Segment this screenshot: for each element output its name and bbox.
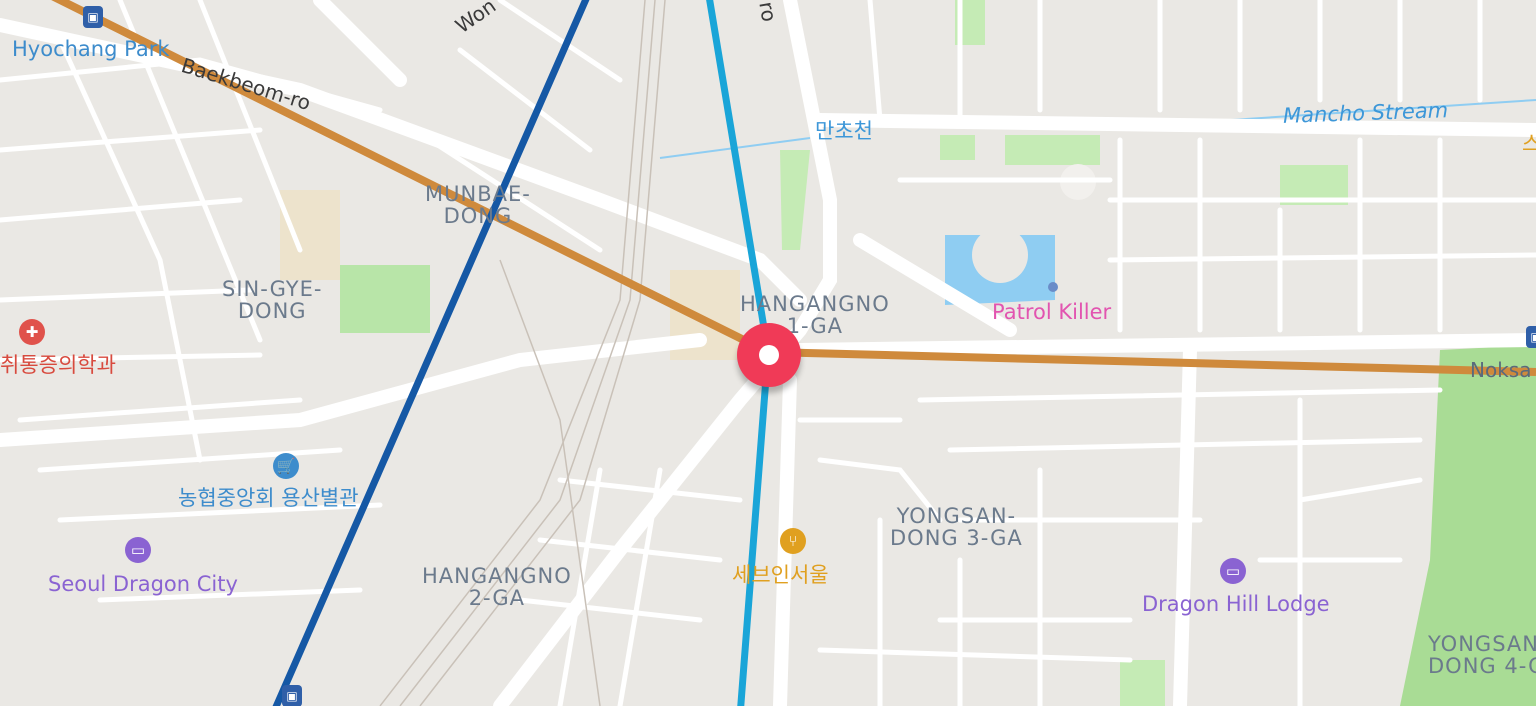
nh-bank-label[interactable]: 농협중앙회 용산별관 [178,487,359,509]
dragon-hill-lodge-label[interactable]: Dragon Hill Lodge [1142,593,1330,615]
munbae-dong-label: MUNBAE- DONG [425,182,531,229]
hotel-bed-icon[interactable]: ▭ [125,537,151,563]
ro-road-label: ro [754,0,782,24]
selected-location-pin[interactable] [737,323,801,387]
mancho-stream-ko-label: 만초천 [815,119,873,143]
sin-gye-dong-label: SIN-GYE- DONG [222,277,323,324]
map-canvas[interactable]: ✚ 🛒 ▭ ▭ ⑂ ▣ ▣ ▣ Hyochang Park Baekbeom-r… [0,0,1536,706]
edge-label: 스 [1522,132,1536,156]
restaurant-icon[interactable]: ⑂ [780,528,806,554]
sand-area [280,190,340,280]
poi-dot-icon[interactable] [1048,282,1058,292]
green-area [1005,135,1100,165]
pin-center [759,345,779,365]
hotel-bed-icon[interactable]: ▭ [1220,558,1246,584]
hangangno-2ga-label: HANGANGNO 2-GA [422,564,572,611]
hospital-label[interactable]: 취통증의학과 [0,354,116,376]
yongsan-dong-3ga-label: YONGSAN- DONG 3-GA [890,504,1023,551]
subway-station-icon[interactable]: ▣ [83,6,103,28]
hospital-icon[interactable]: ✚ [19,319,45,345]
shopping-cart-icon[interactable]: 🛒 [273,453,299,479]
patrol-killer-label[interactable]: Patrol Killer [992,301,1111,323]
green-area [780,150,810,250]
hyochang-park-label[interactable]: Hyochang Park [12,38,170,60]
subway-station-icon[interactable]: ▣ [282,685,302,706]
green-area [1120,660,1165,706]
restaurant-label[interactable]: 세브인서울 [732,564,829,586]
mancho-stream-en-label: Mancho Stream [1282,98,1449,128]
seoul-dragon-city-label[interactable]: Seoul Dragon City [48,573,238,595]
round-building [972,227,1028,283]
yongsan-dong-4-label: YONGSAN- DONG 4-G [1428,632,1536,679]
park-area [340,265,430,333]
noksapyeong-label[interactable]: Noksa [1470,360,1531,381]
green-area [940,135,975,160]
subway-station-icon[interactable]: ▣ [1526,326,1536,348]
